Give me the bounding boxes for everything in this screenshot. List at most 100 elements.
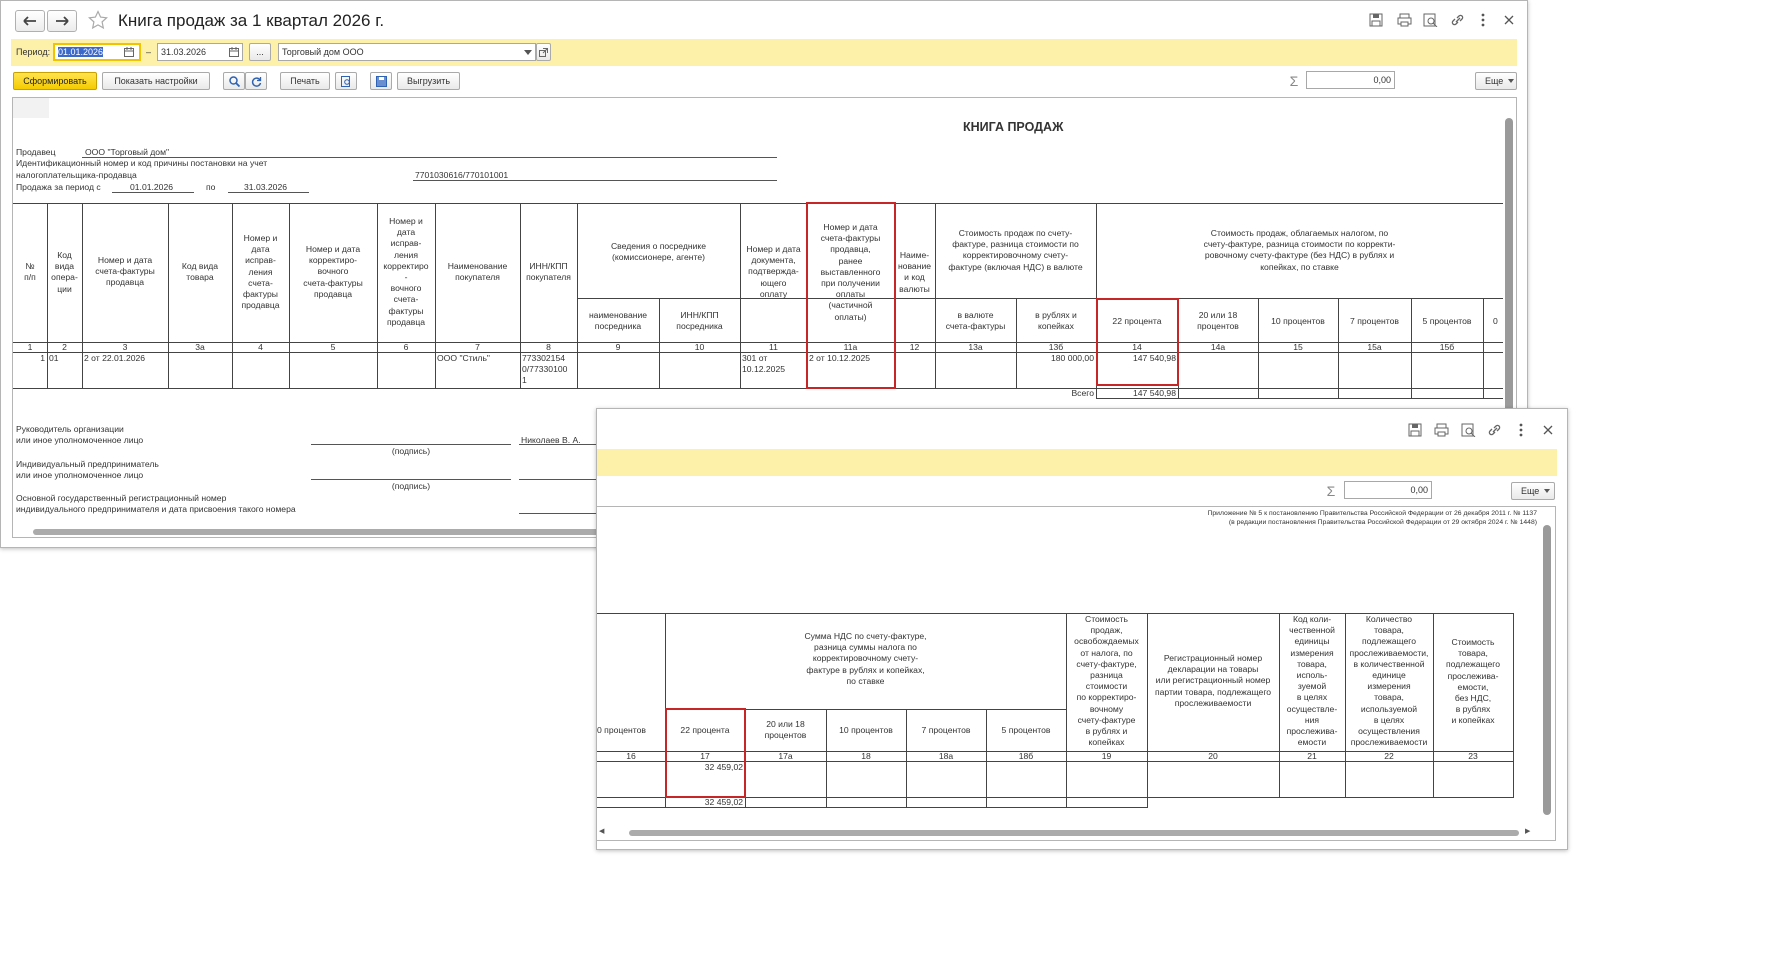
print-button[interactable] (1393, 9, 1415, 31)
generate-report-button[interactable]: Сформировать (13, 72, 97, 90)
col-header-14-group: Стоимость продаж, облагаемых налогом, по… (1203, 228, 1396, 272)
period-caption: Продажа за период с (16, 182, 101, 192)
preview-icon (1461, 423, 1475, 437)
date-dash: – (146, 47, 152, 57)
col-number: 11 (769, 342, 778, 352)
scroll-right-icon[interactable]: ▶ (1525, 827, 1530, 835)
search-icon (228, 75, 240, 87)
period-select-button[interactable]: ... (249, 43, 271, 61)
col-header-14a: 20 или 18 процентов (1197, 310, 1239, 332)
col-header-22: Количество товара, подлежащего прослежив… (1349, 614, 1429, 748)
link-button[interactable] (1446, 9, 1468, 31)
save-icon (1408, 423, 1422, 437)
col-number: 21 (1307, 751, 1317, 761)
org-dropdown-button[interactable] (519, 43, 537, 61)
row-payment-doc: 301 от 10.12.2025 (742, 353, 786, 375)
grid-line (1483, 298, 1484, 399)
settings-bar (597, 449, 1557, 476)
corner-cell (13, 98, 49, 118)
sig-head-caption-1: Руководитель организации (16, 424, 124, 434)
forward-button[interactable] (47, 10, 77, 32)
more-actions-button[interactable] (1472, 9, 1494, 31)
col-header-23: Стоимость товара, подлежащего прослежива… (1446, 637, 1500, 726)
col-number: 18б (1018, 751, 1034, 761)
col-number: 15б (1439, 342, 1455, 352)
calendar-icon (124, 47, 134, 57)
ogrn-caption-2: индивидуального предпринимателя и дата п… (16, 504, 296, 514)
sig-head-caption-2: или иное уполномоченное лицо (16, 435, 144, 445)
col-number: 12 (909, 342, 920, 352)
dropdown-icon (1508, 79, 1515, 83)
sig-name-line (519, 444, 599, 445)
find-next-button[interactable] (245, 72, 267, 90)
seller-label: Продавец (16, 147, 56, 157)
print-report-button[interactable]: Печать (280, 72, 330, 90)
save-button[interactable] (1365, 9, 1387, 31)
col-header-21: Код коли- чественной единицы измерения т… (1286, 614, 1338, 748)
preview-button[interactable] (1419, 9, 1441, 31)
save-icon (375, 75, 387, 87)
more-label: Еще (1485, 76, 1504, 86)
sales-book-window-scrolled: Σ 0,00 Еще Приложение № 5 к постановлени… (596, 408, 1568, 850)
col-number: 13б (1048, 342, 1064, 352)
col-header-18a: 7 процентов (921, 725, 971, 735)
col-header-18b: 5 процентов (1001, 725, 1051, 735)
col-header-20: Регистрационный номер декларации на това… (1154, 653, 1272, 708)
scroll-left-icon[interactable]: ◀ (599, 827, 604, 835)
total-vat-22: 32 459,02 (704, 797, 743, 807)
date-from-calendar-button[interactable] (120, 43, 138, 61)
col-header-4: Номер и дата испрaв- ления счета- фактур… (241, 233, 280, 311)
print-button[interactable] (1430, 419, 1452, 441)
window-title: Книга продаж за 1 квартал 2026 г. (118, 11, 385, 30)
link-icon (1488, 424, 1500, 436)
sig-ip-caption-1: Индивидуальный предприниматель (16, 459, 159, 469)
col-header-5: Номер и дата корректиро- вочного счета-ф… (303, 244, 363, 299)
more-actions-button[interactable] (1510, 419, 1532, 441)
horizontal-scrollbar[interactable] (629, 830, 1519, 836)
report-spreadsheet[interactable]: Приложение № 5 к постановлению Правитель… (597, 506, 1556, 841)
grid-line (168, 203, 169, 389)
find-button[interactable] (223, 72, 245, 90)
star-icon (88, 10, 108, 30)
col-header-16: 0 процентов (597, 725, 646, 735)
back-button[interactable] (15, 10, 45, 32)
back-arrow-icon (23, 16, 36, 26)
close-button[interactable] (1537, 419, 1559, 441)
sum-field[interactable]: 0,00 (1344, 481, 1432, 499)
save-button[interactable] (1404, 419, 1426, 441)
col-number: 5 (330, 342, 336, 352)
regulation-note-2: (в редакции постановления Правительства … (1228, 519, 1537, 526)
close-button[interactable] (1498, 9, 1520, 31)
save-report-button[interactable] (370, 72, 392, 90)
grid-line (82, 203, 83, 389)
grid-line (13, 203, 1503, 204)
printer-icon (1397, 13, 1411, 27)
col-number: 9 (615, 342, 621, 352)
grid-line (435, 203, 436, 389)
sigma-icon: Σ (1289, 73, 1299, 89)
preview-report-button[interactable] (335, 72, 357, 90)
date-from-value: 01.01.2026 (58, 47, 104, 57)
link-button[interactable] (1483, 419, 1505, 441)
org-open-button[interactable] (536, 43, 551, 61)
open-icon (539, 47, 548, 57)
more-menu-button[interactable]: Еще (1511, 482, 1555, 500)
preview-button[interactable] (1457, 419, 1479, 441)
show-settings-button[interactable]: Показать настройки (102, 72, 210, 90)
organization-select[interactable]: Торговый дом ООО (278, 43, 536, 61)
sig-ip-caption-2: или иное уполномоченное лицо (16, 470, 144, 480)
row-buyer: ООО "Стиль" (437, 353, 490, 363)
export-button[interactable]: Выгрузить (397, 72, 460, 90)
date-to-calendar-button[interactable] (225, 43, 243, 61)
vertical-scrollbar[interactable] (1543, 525, 1551, 815)
col-number: 4 (258, 342, 263, 352)
close-icon (1504, 15, 1514, 25)
more-menu-button[interactable]: Еще (1475, 72, 1517, 90)
favorite-star-button[interactable] (87, 9, 109, 31)
sigma-icon: Σ (1326, 483, 1336, 499)
sum-field[interactable]: 0,00 (1306, 71, 1395, 89)
sig-line (311, 444, 511, 445)
col-header-2: Код вида опера- ции (51, 250, 78, 294)
col-number: 3 (122, 342, 128, 352)
col-header-1: № п/п (24, 261, 36, 283)
